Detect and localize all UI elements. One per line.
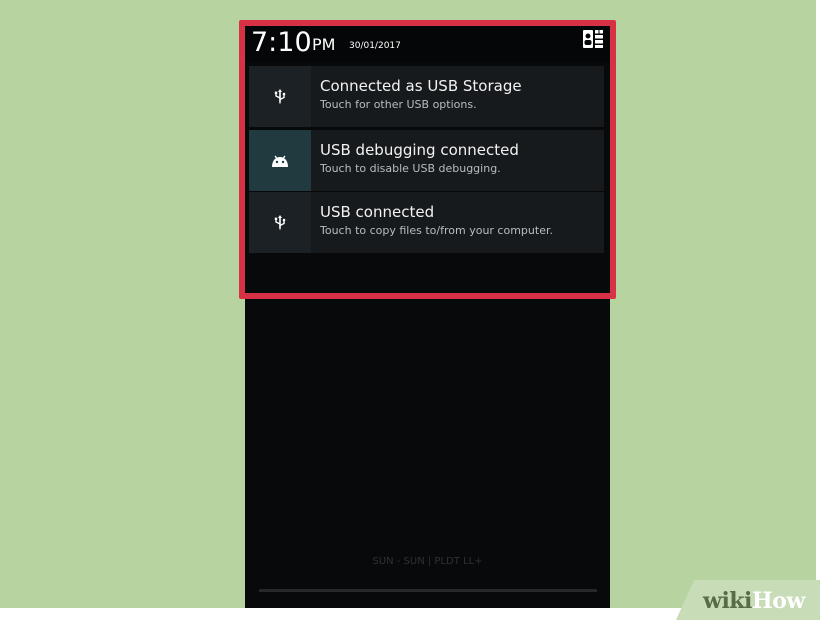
- watermark-logo: wikiHow: [703, 588, 805, 614]
- notification-title: USB debugging connected: [320, 141, 519, 159]
- clock-time: 7:10: [251, 27, 312, 58]
- notification-title: USB connected: [320, 203, 435, 221]
- clock-ampm: PM: [312, 35, 336, 54]
- quick-settings-icon[interactable]: [583, 30, 603, 48]
- usb-icon: [249, 66, 311, 127]
- notification-usb-debugging[interactable]: USB debugging connected Touch to disable…: [249, 130, 604, 191]
- status-bar[interactable]: 7:10 PM 30/01/2017: [245, 22, 610, 62]
- carrier-label: SUN - SUN | PLDT LL+: [372, 556, 483, 567]
- android-debug-icon: [249, 130, 311, 191]
- image-edge-right: [816, 0, 820, 620]
- notification-usb-connected[interactable]: USB connected Touch to copy files to/fro…: [249, 192, 604, 253]
- notification-subtitle: Touch to disable USB debugging.: [320, 162, 501, 175]
- phone-screen: 7:10 PM 30/01/2017 Connected as USB Stor…: [245, 22, 610, 608]
- watermark-part1: wiki: [703, 588, 752, 614]
- notification-usb-storage[interactable]: Connected as USB Storage Touch for other…: [249, 66, 604, 127]
- drawer-handle[interactable]: [259, 589, 597, 592]
- watermark-part2: How: [751, 588, 805, 614]
- status-date: 30/01/2017: [349, 41, 401, 51]
- notification-subtitle: Touch for other USB options.: [320, 98, 477, 111]
- notification-title: Connected as USB Storage: [320, 77, 522, 95]
- usb-icon: [249, 192, 311, 253]
- notification-subtitle: Touch to copy files to/from your compute…: [320, 224, 553, 237]
